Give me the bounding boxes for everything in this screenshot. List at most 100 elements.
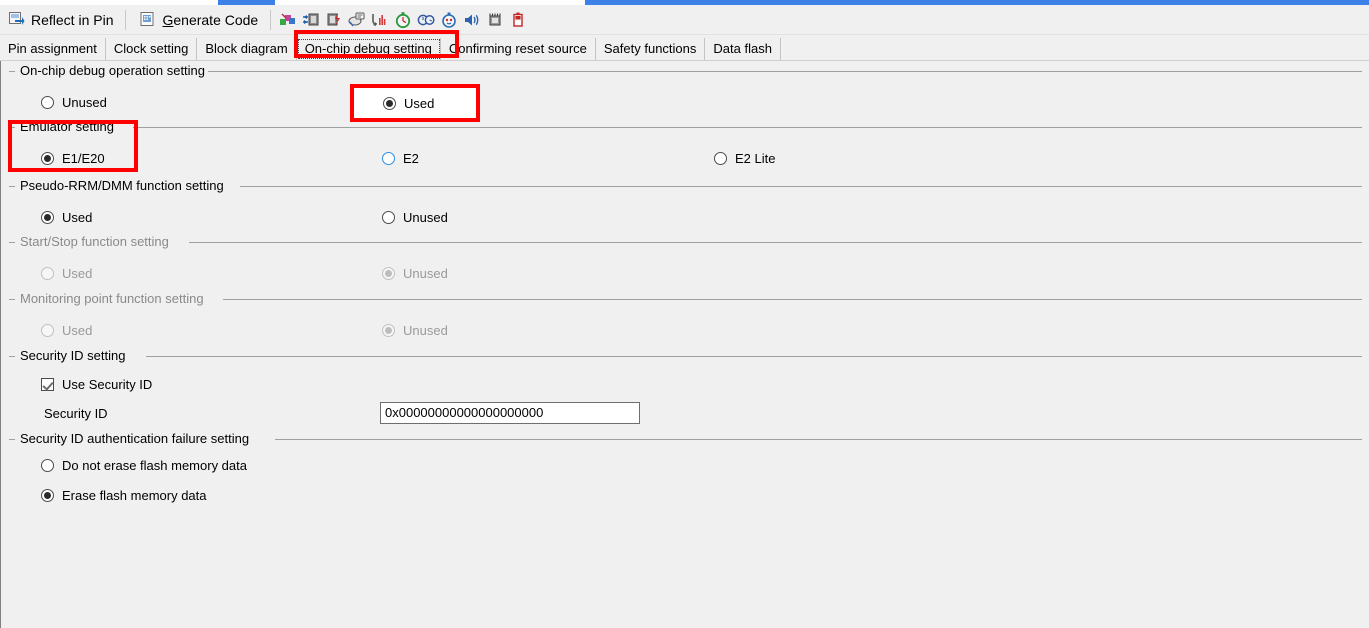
group-border-auth-failure: Security ID authentication failure setti… [9, 431, 1362, 446]
tab-data-flash[interactable]: Data flash [705, 38, 781, 60]
group-rule [189, 242, 1362, 243]
group-border-monitoring-point: Monitoring point function setting [9, 291, 1362, 306]
radio-monitoring-point-used: Used [41, 323, 92, 338]
group-pseudo-rrm-dmm-function-setting: Pseudo-RRM/DMM function setting Used Unu… [9, 178, 1362, 238]
radio-label: Do not erase flash memory data [62, 458, 247, 473]
radio-indicator [41, 489, 54, 502]
group-body-emulator: E1/E20 E2 E2 Lite [9, 132, 1362, 178]
group-body-monitoring-point: Used Unused [9, 304, 1362, 350]
radio-start-stop-unused: Unused [382, 266, 448, 281]
group-body-start-stop: Used Unused [9, 247, 1362, 293]
radio-do-not-erase-flash-memory-data[interactable]: Do not erase flash memory data [41, 458, 247, 473]
radio-indicator [382, 267, 395, 280]
pin-configurator-icon[interactable] [279, 11, 297, 29]
radio-label: E2 [403, 151, 419, 166]
interrupt-controller-icon[interactable] [348, 11, 366, 29]
generate-code-label: Generate Code [162, 12, 258, 28]
tab-strip: Pin assignment Clock setting Block diagr… [0, 38, 1369, 61]
radio-label: Unused [62, 95, 107, 110]
group-tick-left [9, 356, 15, 357]
serial-interface-icon[interactable] [486, 11, 504, 29]
radio-indicator [383, 97, 396, 110]
radio-label: Used [62, 210, 93, 225]
group-body-operation: Unused Used [9, 76, 1362, 122]
on-chip-debug-setting-window: Reflect in Pin Generate Code Pin assignm… [0, 0, 1369, 628]
radio-erase-flash-memory-data[interactable]: Erase flash memory data [41, 488, 207, 503]
clock-generator-icon[interactable] [302, 11, 320, 29]
radio-pseudo-rrm-unused[interactable]: Unused [382, 210, 448, 225]
group-body-pseudo-rrm: Used Unused [9, 191, 1362, 237]
buses-icon[interactable] [371, 11, 389, 29]
tab-safety-functions[interactable]: Safety functions [595, 38, 706, 60]
group-rule [240, 186, 1362, 187]
group-border-start-stop: Start/Stop function setting [9, 234, 1362, 249]
tab-confirming-reset-source[interactable]: Confirming reset source [440, 38, 596, 60]
toolbar-separator-2 [270, 9, 272, 30]
radio-monitoring-point-unused: Unused [382, 323, 448, 338]
group-tick-left [9, 186, 15, 187]
radio-indicator [714, 152, 727, 165]
group-body-security-id: Use Security ID Security ID 0x0000000000… [9, 361, 1362, 434]
radio-emulator-e2[interactable]: E2 [382, 151, 419, 166]
realtime-clock-icon[interactable] [417, 11, 435, 29]
radio-label: Used [62, 323, 93, 338]
radio-operation-used-highlighted[interactable]: Used [383, 96, 434, 111]
radio-indicator [382, 211, 395, 224]
group-tick-left [9, 439, 15, 440]
group-rule [133, 127, 1362, 128]
radio-indicator [382, 152, 395, 165]
group-border-emulator: Emulator setting [9, 119, 1362, 134]
group-rule [205, 71, 1362, 72]
security-id-input[interactable]: 0x00000000000000000000 [380, 402, 640, 424]
group-rule [146, 356, 1362, 357]
group-border-pseudo-rrm: Pseudo-RRM/DMM function setting [9, 178, 1362, 193]
group-on-chip-debug-operation-setting: On-chip debug operation setting Unused U… [9, 63, 1362, 123]
settings-panel: On-chip debug operation setting Unused U… [0, 61, 1369, 628]
group-border-security-id: Security ID setting [9, 348, 1362, 363]
generate-code-button[interactable]: Generate Code [131, 6, 265, 34]
voltage-detection-icon[interactable] [509, 11, 527, 29]
group-start-stop-function-setting: Start/Stop function setting Used Unused [9, 234, 1362, 294]
tab-clock-setting[interactable]: Clock setting [105, 38, 198, 60]
checkbox-indicator [41, 378, 54, 391]
generate-code-icon [138, 11, 156, 29]
reflect-in-pin-label: Reflect in Pin [31, 11, 114, 28]
group-tick-left [9, 127, 15, 128]
generate-code-rest: enerate Code [173, 11, 259, 28]
checkbox-use-security-id[interactable]: Use Security ID [41, 377, 152, 392]
radio-indicator [41, 459, 54, 472]
sound-interface-icon[interactable] [463, 11, 481, 29]
radio-indicator [41, 152, 54, 165]
tab-block-diagram[interactable]: Block diagram [197, 38, 297, 60]
tab-on-chip-debug-setting[interactable]: On-chip debug setting [296, 38, 441, 60]
radio-label: Used [404, 96, 435, 111]
radio-label: Erase flash memory data [62, 488, 207, 503]
reflect-in-pin-button[interactable]: Reflect in Pin [0, 6, 120, 34]
group-monitoring-point-function-setting: Monitoring point function setting Used U… [9, 291, 1362, 351]
toolbar-icon-group [276, 11, 527, 29]
group-security-id-authentication-failure-setting: Security ID authentication failure setti… [9, 431, 1362, 525]
radio-label: Unused [403, 323, 448, 338]
group-body-auth-failure: Do not erase flash memory data Erase fla… [9, 444, 1362, 524]
watchdog-timer-icon[interactable] [440, 11, 458, 29]
radio-indicator [41, 267, 54, 280]
radio-label: E1/E20 [62, 151, 105, 166]
radio-emulator-e2-lite[interactable]: E2 Lite [714, 151, 775, 166]
radio-indicator [41, 96, 54, 109]
reflect-in-pin-icon [7, 11, 25, 29]
radio-label: Unused [403, 266, 448, 281]
tab-pin-assignment[interactable]: Pin assignment [0, 38, 106, 60]
radio-pseudo-rrm-used[interactable]: Used [41, 210, 92, 225]
radio-emulator-e1-e20[interactable]: E1/E20 [41, 151, 105, 166]
security-id-field-label: Security ID [44, 406, 108, 421]
toolbar-separator-1 [125, 9, 127, 30]
toolbar: Reflect in Pin Generate Code [0, 5, 1369, 35]
timer-icon[interactable] [394, 11, 412, 29]
group-tick-left [9, 242, 15, 243]
radio-label: E2 Lite [735, 151, 776, 166]
radio-operation-unused[interactable]: Unused [41, 95, 107, 110]
radio-indicator [41, 211, 54, 224]
group-border-operation: On-chip debug operation setting [9, 63, 1362, 78]
power-reset-icon[interactable] [325, 11, 343, 29]
group-security-id-setting: Security ID setting Use Security ID Secu… [9, 348, 1362, 435]
